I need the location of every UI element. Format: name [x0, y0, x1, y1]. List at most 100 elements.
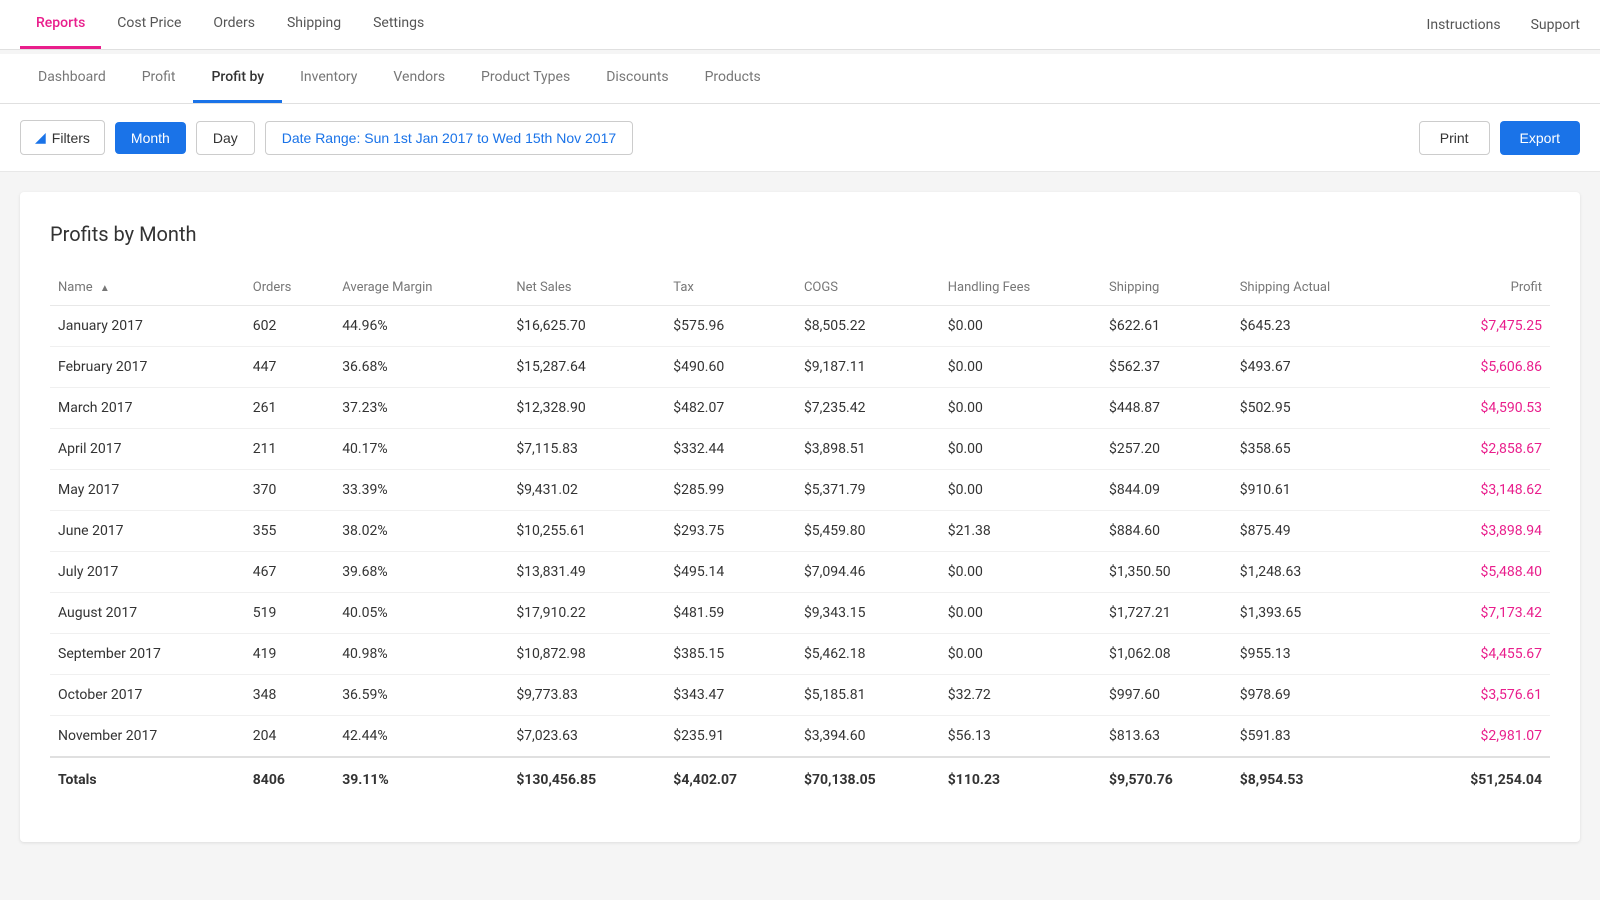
cell-handling-fees: $0.00 [940, 388, 1101, 429]
cell-shipping-actual: $358.65 [1232, 429, 1406, 470]
col-header-shipping-actual: Shipping Actual [1232, 270, 1406, 306]
cell-net-sales: $17,910.22 [508, 593, 665, 634]
cell-shipping-actual: $591.83 [1232, 716, 1406, 758]
table-row: February 2017 447 36.68% $15,287.64 $490… [50, 347, 1550, 388]
cell-tax: $293.75 [665, 511, 796, 552]
table-row: June 2017 355 38.02% $10,255.61 $293.75 … [50, 511, 1550, 552]
totals-handling-fees: $110.23 [940, 757, 1101, 802]
month-button[interactable]: Month [115, 122, 186, 154]
nav-tab-reports[interactable]: Reports [20, 0, 101, 49]
sub-tab-profit-by[interactable]: Profit by [193, 54, 282, 103]
nav-link-instructions[interactable]: Instructions [1427, 17, 1501, 33]
col-header-net-sales: Net Sales [508, 270, 665, 306]
nav-tab-orders[interactable]: Orders [197, 0, 271, 49]
cell-net-sales: $10,872.98 [508, 634, 665, 675]
sub-tab-dashboard[interactable]: Dashboard [20, 54, 124, 103]
cell-shipping: $1,727.21 [1101, 593, 1232, 634]
cell-shipping: $884.60 [1101, 511, 1232, 552]
cell-cogs: $8,505.22 [796, 306, 940, 347]
cell-name: February 2017 [50, 347, 245, 388]
print-button[interactable]: Print [1419, 121, 1490, 155]
nav-tab-cost-price[interactable]: Cost Price [101, 0, 197, 49]
sub-tab-product-types[interactable]: Product Types [463, 54, 588, 103]
cell-name: July 2017 [50, 552, 245, 593]
cell-net-sales: $13,831.49 [508, 552, 665, 593]
table-row: September 2017 419 40.98% $10,872.98 $38… [50, 634, 1550, 675]
totals-profit: $51,254.04 [1406, 757, 1550, 802]
cell-shipping: $997.60 [1101, 675, 1232, 716]
toolbar: ◢ Filters Month Day Date Range: Sun 1st … [0, 104, 1600, 172]
cell-handling-fees: $21.38 [940, 511, 1101, 552]
nav-tab-settings[interactable]: Settings [357, 0, 440, 49]
sub-tab-discounts[interactable]: Discounts [588, 54, 686, 103]
nav-tab-shipping[interactable]: Shipping [271, 0, 357, 49]
col-header-name[interactable]: Name ▲ [50, 270, 245, 306]
cell-tax: $481.59 [665, 593, 796, 634]
sub-tab-profit[interactable]: Profit [124, 54, 194, 103]
table-row: April 2017 211 40.17% $7,115.83 $332.44 … [50, 429, 1550, 470]
day-button[interactable]: Day [196, 121, 255, 155]
cell-avg-margin: 37.23% [334, 388, 508, 429]
cell-profit: $3,898.94 [1406, 511, 1550, 552]
cell-handling-fees: $0.00 [940, 470, 1101, 511]
cell-orders: 261 [245, 388, 334, 429]
profits-table: Name ▲ Orders Average Margin Net Sales T… [50, 270, 1550, 802]
cell-orders: 447 [245, 347, 334, 388]
totals-avg-margin: 39.11% [334, 757, 508, 802]
cell-profit: $3,148.62 [1406, 470, 1550, 511]
cell-avg-margin: 40.17% [334, 429, 508, 470]
cell-handling-fees: $56.13 [940, 716, 1101, 758]
cell-tax: $332.44 [665, 429, 796, 470]
cell-shipping-actual: $910.61 [1232, 470, 1406, 511]
filters-button[interactable]: ◢ Filters [20, 120, 105, 155]
table-row: May 2017 370 33.39% $9,431.02 $285.99 $5… [50, 470, 1550, 511]
cell-tax: $285.99 [665, 470, 796, 511]
totals-cogs: $70,138.05 [796, 757, 940, 802]
export-button[interactable]: Export [1500, 121, 1580, 155]
col-header-avg-margin: Average Margin [334, 270, 508, 306]
cell-name: June 2017 [50, 511, 245, 552]
totals-shipping: $9,570.76 [1101, 757, 1232, 802]
cell-name: November 2017 [50, 716, 245, 758]
cell-shipping-actual: $645.23 [1232, 306, 1406, 347]
table-row: August 2017 519 40.05% $17,910.22 $481.5… [50, 593, 1550, 634]
toolbar-right: Print Export [1419, 121, 1580, 155]
profits-table-container: Profits by Month Name ▲ Orders Average M… [20, 192, 1580, 842]
cell-cogs: $5,371.79 [796, 470, 940, 511]
date-range-button[interactable]: Date Range: Sun 1st Jan 2017 to Wed 15th… [265, 121, 633, 155]
cell-profit: $2,981.07 [1406, 716, 1550, 758]
sub-tab-vendors[interactable]: Vendors [375, 54, 463, 103]
cell-shipping: $844.09 [1101, 470, 1232, 511]
cell-handling-fees: $32.72 [940, 675, 1101, 716]
cell-handling-fees: $0.00 [940, 347, 1101, 388]
cell-shipping: $813.63 [1101, 716, 1232, 758]
col-header-orders: Orders [245, 270, 334, 306]
top-nav: Reports Cost Price Orders Shipping Setti… [0, 0, 1600, 50]
cell-cogs: $9,187.11 [796, 347, 940, 388]
sub-tab-products[interactable]: Products [687, 54, 779, 103]
nav-link-support[interactable]: Support [1531, 17, 1580, 33]
cell-shipping-actual: $978.69 [1232, 675, 1406, 716]
cell-handling-fees: $0.00 [940, 429, 1101, 470]
totals-shipping-actual: $8,954.53 [1232, 757, 1406, 802]
sub-tab-inventory[interactable]: Inventory [282, 54, 375, 103]
cell-avg-margin: 40.05% [334, 593, 508, 634]
cell-net-sales: $16,625.70 [508, 306, 665, 347]
cell-net-sales: $7,115.83 [508, 429, 665, 470]
cell-cogs: $9,343.15 [796, 593, 940, 634]
cell-name: March 2017 [50, 388, 245, 429]
cell-name: January 2017 [50, 306, 245, 347]
cell-profit: $4,590.53 [1406, 388, 1550, 429]
cell-shipping-actual: $1,393.65 [1232, 593, 1406, 634]
cell-shipping: $448.87 [1101, 388, 1232, 429]
cell-name: October 2017 [50, 675, 245, 716]
secondary-nav: Dashboard Profit Profit by Inventory Ven… [0, 54, 1600, 104]
cell-shipping-actual: $493.67 [1232, 347, 1406, 388]
cell-name: September 2017 [50, 634, 245, 675]
cell-shipping-actual: $502.95 [1232, 388, 1406, 429]
cell-avg-margin: 44.96% [334, 306, 508, 347]
cell-orders: 211 [245, 429, 334, 470]
cell-profit: $3,576.61 [1406, 675, 1550, 716]
col-header-tax: Tax [665, 270, 796, 306]
cell-net-sales: $15,287.64 [508, 347, 665, 388]
